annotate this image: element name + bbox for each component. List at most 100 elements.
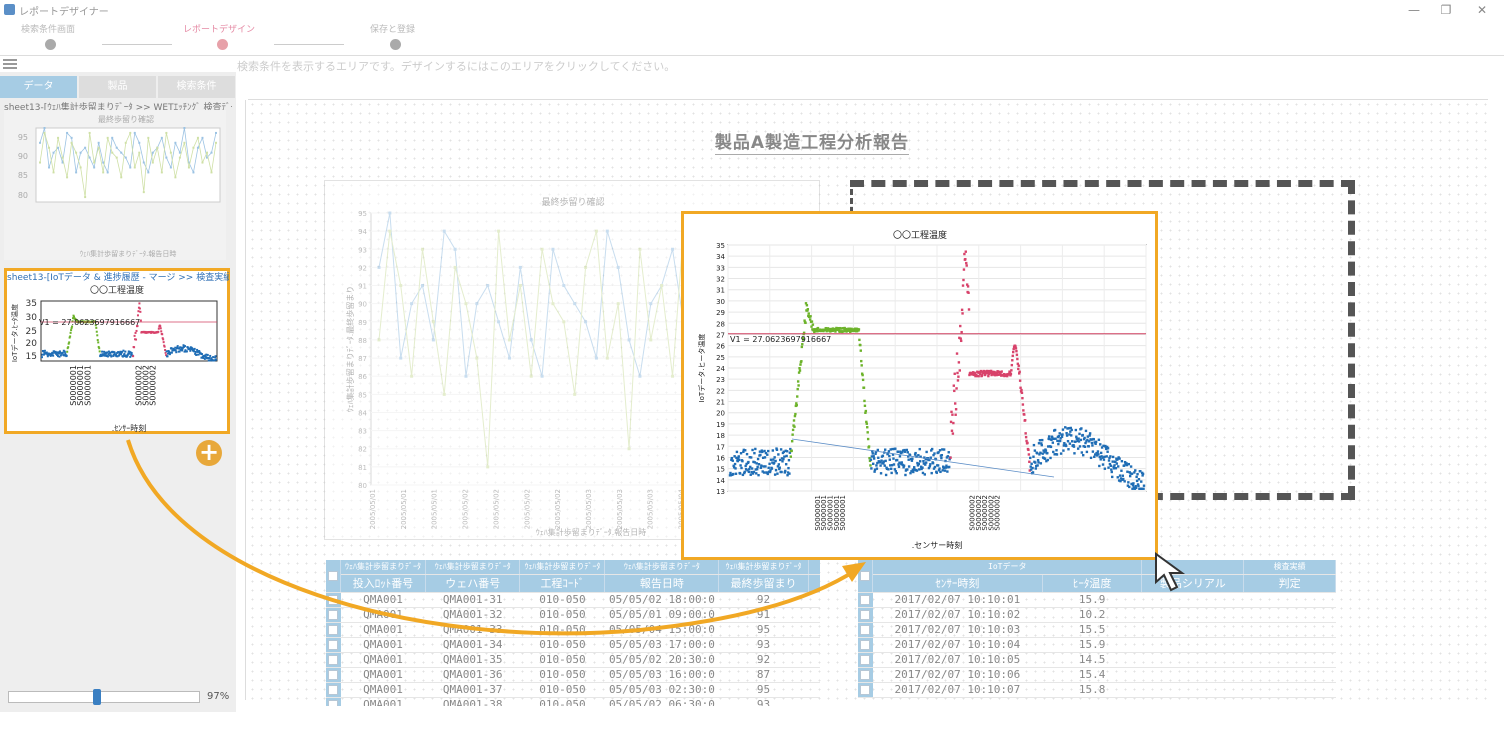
column-header[interactable]: 投入ﾛｯﾄ番号 [340,574,426,593]
row-checkbox[interactable] [328,685,338,695]
data-point [594,356,598,360]
tab-product[interactable]: 製品 [79,76,156,98]
table-row[interactable]: QMA001 QMA001-38 010-050 05/05/02 06:30:0 93… [326,697,820,706]
table-row[interactable]: 2017/02/07 10:10:04 15.9 [858,637,1336,653]
row-checkbox[interactable] [860,610,870,620]
row-checkbox[interactable] [328,655,338,665]
column-header[interactable]: ウェハ番号 [425,574,521,593]
data-point [1035,452,1039,455]
step-design-label[interactable]: レポートデザイン [183,22,255,35]
table-row[interactable]: 2017/02/07 10:10:01 15.9 [858,592,1336,608]
y-tick-label: 25 [716,354,725,362]
data-point [757,473,760,477]
row-checkbox[interactable] [860,655,870,665]
report-title[interactable]: 製品A製造工程分析報告 [0,128,1504,155]
step-search-dot[interactable] [45,39,56,50]
data-point [1101,463,1105,466]
select-all-checkbox[interactable] [860,570,870,581]
add-sheet-icon[interactable]: + [196,440,222,466]
data-point [767,449,770,453]
row-checkbox[interactable] [328,610,338,620]
zoom-slider[interactable] [8,691,200,703]
data-point [187,166,190,169]
minimize-button[interactable]: — [1404,2,1424,18]
data-point [1070,440,1074,443]
step-search-label[interactable]: 検索条件画面 [21,22,75,35]
data-point [170,347,173,350]
row-checkbox[interactable] [328,670,338,680]
sheet-thumbnail-iot[interactable]: sheet13-[IoTデータ & 進捗履歴 - マージ >> 検査実績 - M… [4,268,230,434]
data-point [1077,437,1080,440]
data-point [809,315,812,318]
row-checkbox[interactable] [328,700,338,706]
table-row[interactable]: 2017/02/07 10:10:06 15.4 [858,667,1336,683]
table-cell: 0 [808,607,820,623]
table-row[interactable]: 2017/02/07 10:10:05 14.5 [858,652,1336,668]
table-row[interactable]: 2017/02/07 10:10:07 15.8 [858,682,1336,698]
svg-text:85: 85 [18,171,28,180]
table-cell [1243,622,1336,638]
data-point [938,467,941,470]
data-point [865,422,868,425]
table-row[interactable]: QMA001 QMA001-35 010-050 05/05/02 20:30:0 92… [326,652,820,668]
table-row[interactable]: QMA001 QMA001-36 010-050 05/05/03 16:00:0 87… [326,667,820,683]
y-tick-label: 16 [716,454,725,462]
select-all-checkbox[interactable] [328,570,338,581]
yield-table[interactable]: ｳｪﾊ集計歩留まりﾃﾞｰﾀ ｳｪﾊ集計歩留まりﾃﾞｰﾀ ｳｪﾊ集計歩留まりﾃﾞｰﾀｳ… [326,560,820,706]
data-point [1074,440,1077,443]
iot-temperature-chart[interactable]: 〇〇工程温度 13 14 15 16 17 18 19 20 21 22 23 24 25 26 27 28 2… [681,211,1158,560]
menu-icon[interactable] [3,59,17,69]
table-row[interactable]: QMA001 QMA001-34 010-050 05/05/03 17:00:0 93… [326,637,820,653]
row-checkbox[interactable] [328,625,338,635]
step-save-dot[interactable] [390,39,401,50]
row-checkbox[interactable] [860,625,870,635]
data-point [952,421,955,425]
x-tick-label: S0000001 [83,365,92,406]
tab-search-condition[interactable]: 検索条件 [158,76,235,98]
table-row[interactable]: 2017/02/07 10:10:02 10.2 [858,607,1336,623]
close-button[interactable]: ✕ [1472,2,1492,18]
row-checkbox[interactable] [860,670,870,680]
column-header[interactable]: 工程ｺｰﾄﾞ [519,574,606,593]
table-row[interactable]: QMA001 QMA001-37 010-050 05/05/03 02:30:0 95… [326,682,820,698]
data-point [875,464,878,467]
column-header[interactable]: 報告日時 [604,574,720,593]
row-checkbox[interactable] [860,640,870,650]
tab-data[interactable]: データ [0,76,77,98]
data-point [949,456,952,459]
maximize-button[interactable]: ❐ [1436,2,1456,18]
column-header[interactable]: 判定 [1243,574,1336,593]
data-point [871,452,874,455]
table-row[interactable]: 2017/02/07 10:10:03 15.5 [858,622,1336,638]
table-row[interactable]: QMA001 QMA001-31 010-050 05/05/02 18:00:0 92… [326,592,820,608]
data-point [165,156,168,159]
data-point [475,302,479,306]
table-cell [1141,667,1244,683]
table-row[interactable]: QMA001 QMA001-32 010-050 05/05/01 09:00:0 91… [326,607,820,623]
row-checkbox[interactable] [328,595,338,605]
data-point [1033,449,1037,452]
step-save-label[interactable]: 保存と登録 [370,22,415,35]
row-checkbox[interactable] [860,595,870,605]
table-cell: 92 [718,592,809,608]
data-point [69,335,72,338]
column-header[interactable]: 最終歩留まり [718,574,809,593]
data-point [1078,445,1082,448]
data-point [178,156,181,159]
step-design-dot[interactable] [217,39,228,50]
zoom-slider-thumb[interactable] [92,689,101,705]
column-header[interactable]: E [808,574,820,593]
data-point [959,339,963,343]
row-checkbox[interactable] [328,640,338,650]
row-checkbox[interactable] [860,685,870,695]
left-panel: データ 製品 検索条件 sheet13-[ｳｪﾊ集計歩留まりﾃﾞｰﾀ >> WE… [0,72,236,712]
data-point [59,354,62,357]
column-header[interactable]: ﾋｰﾀ温度 [1042,574,1143,593]
table-cell: 95 [718,622,809,638]
data-point [884,459,887,463]
data-point [475,356,479,360]
table-row[interactable]: QMA001 QMA001-33 010-050 05/05/04 15:00:0 95… [326,622,820,638]
data-point [942,448,946,451]
column-header[interactable]: ｾﾝｻｰ時刻 [872,574,1043,593]
iot-table[interactable]: IoTデータ 検査実績 ｾﾝｻｰ時刻 ﾋｰﾀ温度 製品シリアル 判定 2017/02/07 … [858,560,1336,706]
